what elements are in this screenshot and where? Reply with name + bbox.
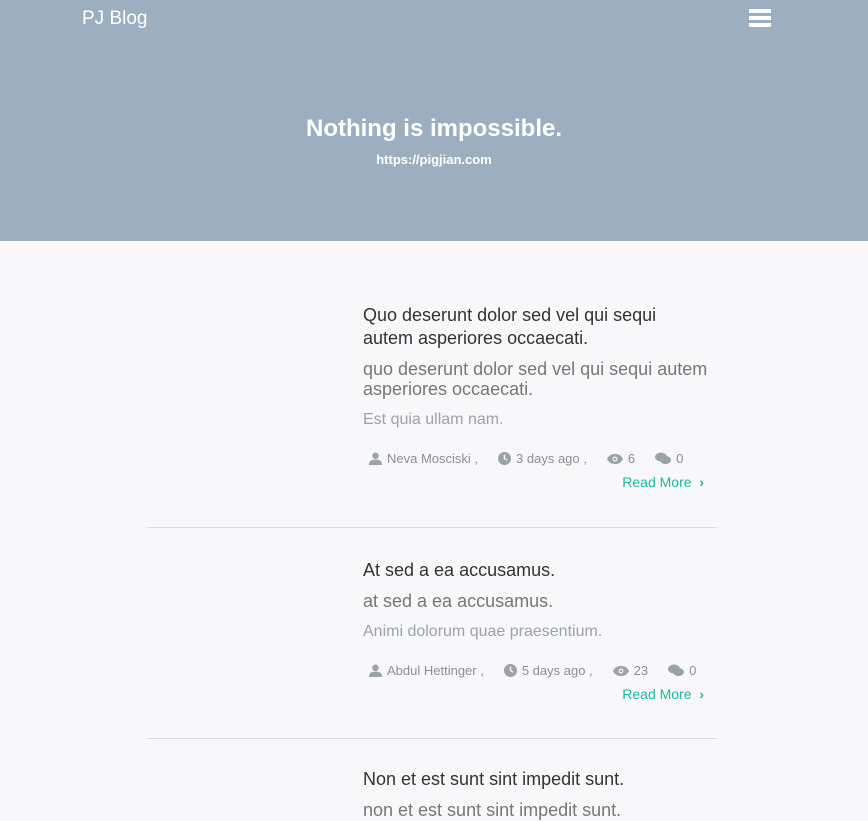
post-views: 23 (633, 663, 649, 678)
post-subtitle: at sed a ea accusamus. (363, 591, 554, 611)
clock-icon (498, 452, 512, 465)
read-more-label: Read More (622, 686, 692, 702)
post-item: At sed a ea accusamus. at sed a ea accus… (363, 559, 708, 702)
post-comments: 0 (676, 451, 684, 466)
user-icon (369, 452, 382, 465)
post-item: Quo deserunt dolor sed vel qui sequi aut… (363, 304, 708, 490)
comments-icon (655, 452, 672, 464)
brand-link[interactable]: PJ Blog (82, 8, 147, 30)
post-comments: 0 (689, 663, 697, 678)
post-title[interactable]: At sed a ea accusamus. (363, 559, 708, 582)
read-more-link[interactable]: Read More › (363, 474, 708, 490)
chevron-right-icon: › (699, 686, 704, 702)
eye-icon (612, 665, 629, 676)
user-icon (369, 664, 382, 677)
read-more-link[interactable]: Read More › (363, 686, 708, 702)
post-author[interactable]: Abdul Hettinger , (387, 663, 484, 678)
comments-icon (668, 664, 685, 676)
chevron-right-icon: › (699, 474, 704, 490)
post-title[interactable]: Quo deserunt dolor sed vel qui sequi aut… (363, 304, 708, 350)
post-subtitle: quo deserunt dolor sed vel qui sequi aut… (363, 359, 708, 399)
clock-icon (503, 664, 517, 677)
hero-subtitle: https://pigjian.com (376, 152, 492, 167)
post-divider (147, 527, 717, 528)
post-excerpt: Est quia ullam nam. (363, 411, 504, 428)
post-excerpt: Animi dolorum quae praesentium. (363, 623, 603, 640)
post-subtitle: non et est sunt sint impedit sunt. (363, 800, 622, 820)
post-divider (147, 738, 717, 739)
post-author[interactable]: Neva Mosciski , (387, 451, 478, 466)
hero-title: Nothing is impossible. (305, 115, 563, 142)
hamburger-icon[interactable] (749, 9, 771, 29)
post-item: Non et est sunt sint impedit sunt. non e… (363, 768, 708, 820)
post-meta: Neva Mosciski , 3 days ago , 6 0 (363, 451, 708, 466)
read-more-label: Read More (622, 474, 692, 490)
site-header: PJ Blog Nothing is impossible. https://p… (0, 0, 868, 241)
post-time: 5 days ago , (521, 663, 593, 678)
post-time: 3 days ago , (516, 451, 587, 466)
eye-icon (606, 453, 623, 464)
post-meta: Abdul Hettinger , 5 days ago , 23 0 (363, 663, 708, 678)
post-views: 6 (627, 451, 636, 466)
post-title[interactable]: Non et est sunt sint impedit sunt. (363, 768, 708, 791)
